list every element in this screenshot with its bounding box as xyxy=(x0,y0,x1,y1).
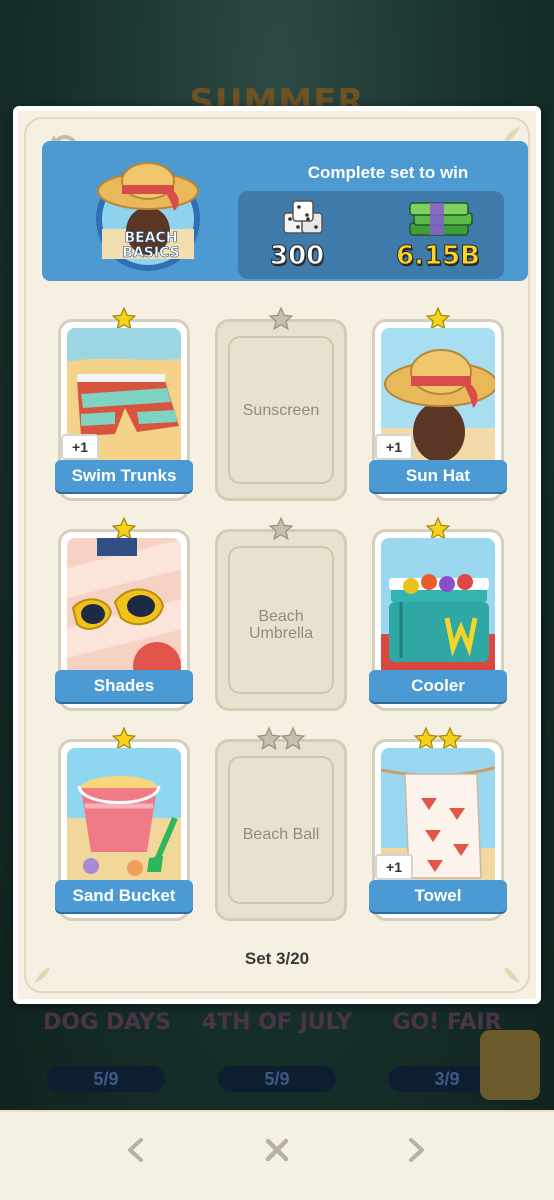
sand-bucket-art xyxy=(67,748,181,888)
shades-art xyxy=(67,538,181,678)
card-swim-trunks[interactable]: +1 Swim Trunks xyxy=(55,306,193,501)
cooler-art xyxy=(381,538,495,678)
card-set-modal: Complete set to win 300 6.15B BEACH BASI… xyxy=(13,106,541,1004)
bg-set-name: DOG DAYS xyxy=(43,1010,171,1035)
card-cooler[interactable]: Cooler xyxy=(369,516,507,711)
card-name: Sunscreen xyxy=(242,402,320,419)
card-name: Towel xyxy=(369,880,507,912)
card-towel[interactable]: +1 Towel xyxy=(369,726,507,921)
card-name: Shades xyxy=(55,670,193,702)
close-button[interactable] xyxy=(255,1128,299,1172)
reward-dice-value: 300 xyxy=(269,241,325,272)
card-art xyxy=(381,538,495,678)
cash-stack-icon xyxy=(409,202,473,236)
set-progress-text: Set 3/20 xyxy=(244,949,310,968)
extra-count-badge: +1 xyxy=(375,434,413,460)
grey-star-icon xyxy=(268,306,294,331)
bg-set-name: 4TH OF JULY xyxy=(201,1010,353,1035)
card-beach-ball[interactable]: Beach Ball xyxy=(215,726,347,921)
chevron-left-icon xyxy=(128,1138,143,1162)
card-art xyxy=(67,538,181,678)
card-stars xyxy=(218,306,344,334)
set-badge-line2: BASICS xyxy=(122,245,180,261)
close-icon xyxy=(265,1138,289,1162)
extra-count-badge: +1 xyxy=(61,434,99,460)
reward-cash-value: 6.15B xyxy=(396,241,481,272)
grey-star-icon xyxy=(256,726,282,751)
dice-icon xyxy=(283,200,323,234)
grey-star-icon xyxy=(280,726,306,751)
card-art xyxy=(67,748,181,888)
card-sun-hat[interactable]: +1 Sun Hat xyxy=(369,306,507,501)
card-stars xyxy=(218,516,344,544)
card-name: Sun Hat xyxy=(369,460,507,492)
card-stars xyxy=(218,726,344,754)
card-beach-umbrella[interactable]: Beach Umbrella xyxy=(215,516,347,711)
prev-set-button[interactable] xyxy=(114,1128,158,1172)
reward-title: Complete set to win xyxy=(307,163,469,182)
card-name: Beach Ball xyxy=(242,826,320,843)
next-set-button[interactable] xyxy=(394,1128,438,1172)
extra-count-badge: +1 xyxy=(375,854,413,880)
bg-set-progress: 5/9 xyxy=(218,1066,336,1092)
card-name: Swim Trunks xyxy=(55,460,193,492)
card-sunscreen[interactable]: Sunscreen xyxy=(215,306,347,501)
grey-star-icon xyxy=(268,516,294,541)
card-sand-bucket[interactable]: Sand Bucket xyxy=(55,726,193,921)
card-name: Beach Umbrella xyxy=(248,608,313,642)
set-badge-line1: BEACH xyxy=(124,230,178,246)
album-box-icon xyxy=(480,1030,540,1100)
reward-box: 300 6.15B xyxy=(238,191,504,279)
chevron-right-icon xyxy=(409,1138,424,1162)
bg-set-progress: 5/9 xyxy=(47,1066,165,1092)
card-shades[interactable]: Shades xyxy=(55,516,193,711)
set-badge-label: BEACH BASICS xyxy=(120,230,182,261)
card-name: Cooler xyxy=(369,670,507,702)
card-name: Sand Bucket xyxy=(55,880,193,912)
